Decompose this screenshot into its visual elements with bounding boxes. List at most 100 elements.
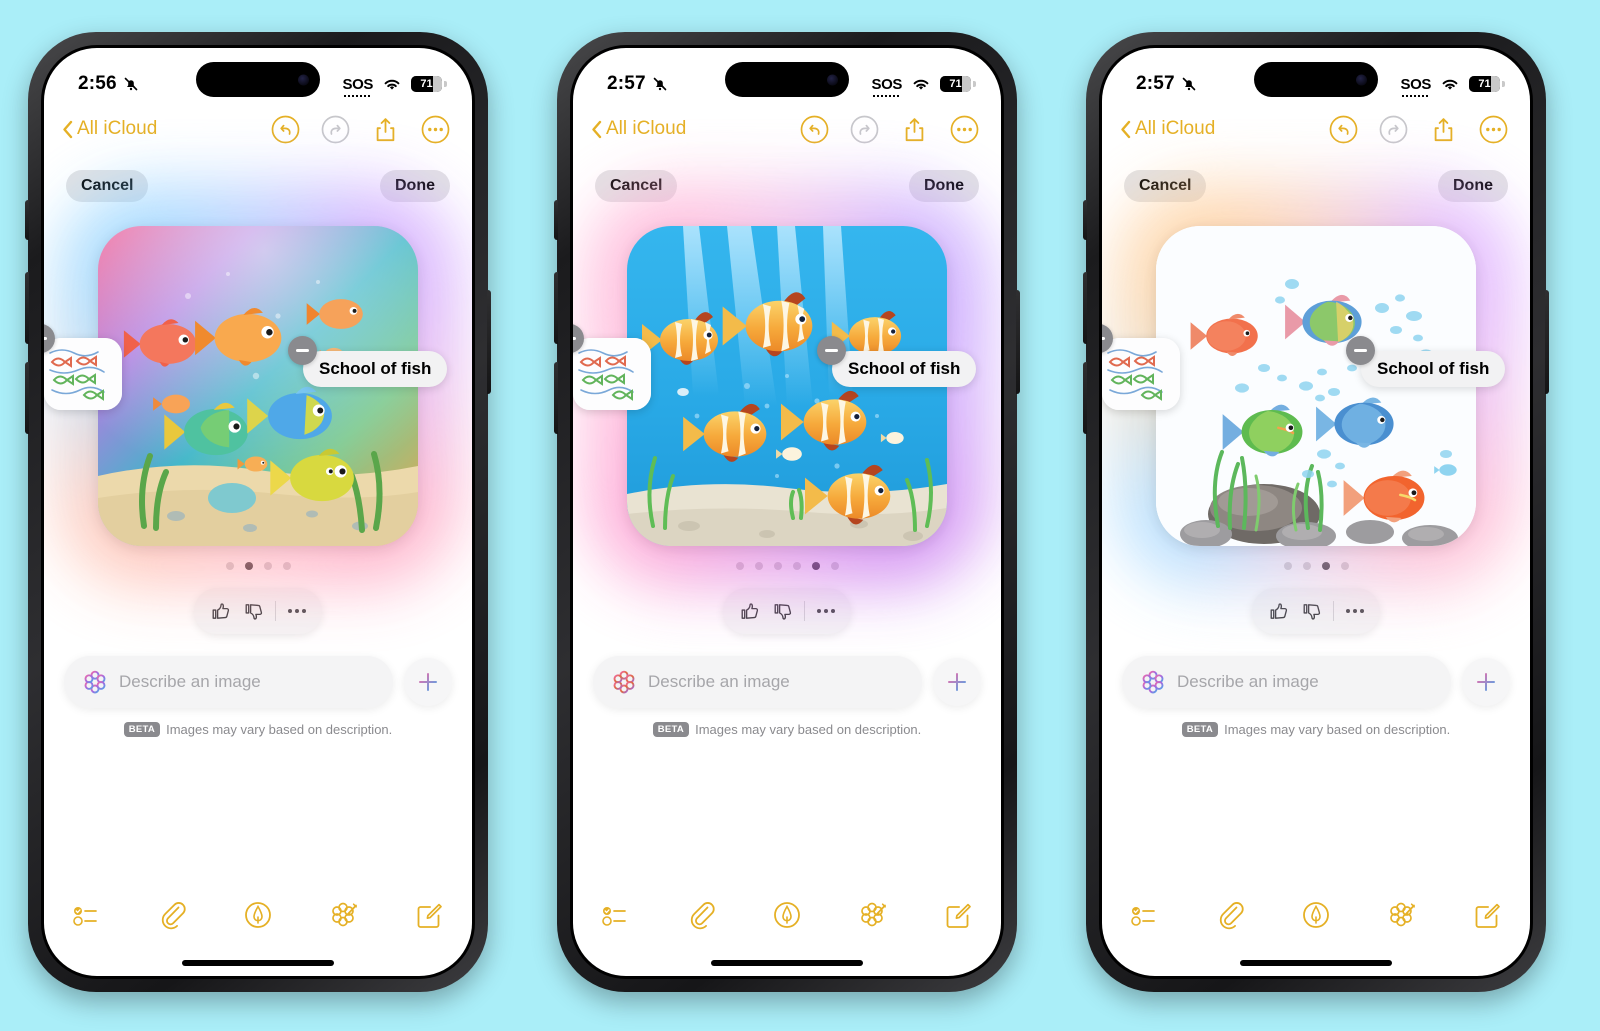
navigation-bar: All iCloud [573,106,1001,150]
compose-icon[interactable] [1472,900,1502,930]
power-button[interactable] [1016,290,1020,394]
describe-image-input[interactable]: Describe an image [593,656,922,708]
home-indicator[interactable] [1240,960,1392,966]
thumbs-up-icon[interactable] [738,600,761,623]
thumbs-down-icon[interactable] [1300,600,1323,623]
checklist-icon[interactable] [601,900,631,930]
concept-chip-text[interactable]: School of fish [832,351,977,387]
add-concept-button[interactable] [1462,658,1510,706]
more-circle-icon[interactable] [1479,115,1508,144]
feedback-more-button[interactable] [815,609,837,613]
back-label: All iCloud [1135,118,1216,139]
compose-icon[interactable] [414,900,444,930]
more-circle-icon[interactable] [421,115,450,144]
battery-level: 71 [1478,78,1491,90]
battery-indicator: 71 [940,76,976,92]
markup-pen-icon[interactable] [772,900,802,930]
volume-down-button[interactable] [1083,362,1087,434]
paperclip-icon[interactable] [1216,900,1246,930]
power-button[interactable] [487,290,491,394]
describe-image-placeholder: Describe an image [119,672,261,691]
undo-icon[interactable] [271,115,300,144]
thumbs-down-icon[interactable] [771,600,794,623]
redo-icon[interactable] [321,115,350,144]
feedback-more-button[interactable] [286,609,308,613]
compose-icon[interactable] [943,900,973,930]
dynamic-island [196,62,320,97]
action-button[interactable] [1083,200,1087,240]
sketch-thumbnail[interactable] [1102,338,1180,410]
feedback-more-button[interactable] [1344,609,1366,613]
image-playground-wand-icon[interactable] [858,900,888,930]
share-icon[interactable] [1429,115,1458,144]
status-indicators: SOS 71 [871,75,976,97]
concept-chip-text[interactable]: School of fish [1361,351,1506,387]
th umbs-up-icon[interactable] [1267,600,1290,623]
back-to-all-icloud[interactable]: All iCloud [1120,118,1215,140]
share-icon[interactable] [371,115,400,144]
front-camera [827,74,838,85]
action-button[interactable] [554,200,558,240]
volume-down-button[interactable] [554,362,558,434]
more-circle-icon[interactable] [950,115,979,144]
remove-text-chip-button[interactable] [1346,336,1375,365]
home-indicator[interactable] [182,960,334,966]
markup-pen-icon[interactable] [243,900,273,930]
battery-indicator: 71 [411,76,447,92]
describe-image-input[interactable]: Describe an image [64,656,393,708]
phone-2: 2:57 SOS 71 All iCloud Cancel Done Schoo… [554,32,1020,992]
thumbs-down-icon[interactable] [242,600,265,623]
describe-image-input[interactable]: Describe an image [1122,656,1451,708]
checklist-icon[interactable] [1130,900,1160,930]
sketch-thumbnail[interactable] [44,338,122,410]
image-playground-icon [1142,670,1164,694]
paperclip-icon[interactable] [158,900,188,930]
bell-slash-icon [1182,77,1196,91]
redo-icon[interactable] [850,115,879,144]
sos-indicator: SOS [342,75,373,97]
phone-bezel: 2:57 SOS 71 All iCloud Cancel Done Schoo… [570,45,1004,979]
battery-level: 71 [420,78,433,90]
sos-indicator: SOS [871,75,902,97]
thumbs-up-icon[interactable] [209,600,232,623]
concept-chip-text[interactable]: School of fish [303,351,448,387]
image-playground-sheet: Cancel Done School of fish Describe an i… [44,150,472,737]
checklist-icon[interactable] [72,900,102,930]
wifi-icon [913,79,929,90]
feedback-pill [1252,588,1380,634]
share-icon[interactable] [900,115,929,144]
home-indicator[interactable] [711,960,863,966]
image-playground-wand-icon[interactable] [1387,900,1417,930]
divider [803,601,805,621]
volume-up-button[interactable] [1083,272,1087,344]
image-playground-wand-icon[interactable] [329,900,359,930]
volume-up-button[interactable] [25,272,29,344]
beta-note: Images may vary based on description. [166,722,393,737]
back-to-all-icloud[interactable]: All iCloud [62,118,157,140]
paperclip-icon[interactable] [687,900,717,930]
phone-bezel: 2:57 SOS 71 All iCloud Cancel Done Schoo… [1099,45,1533,979]
redo-icon[interactable] [1379,115,1408,144]
prompt-row: Describe an image [1122,656,1510,708]
volume-up-button[interactable] [554,272,558,344]
volume-down-button[interactable] [25,362,29,434]
undo-icon[interactable] [1329,115,1358,144]
sketch-doodle-icon [44,338,122,410]
add-concept-button[interactable] [933,658,981,706]
action-button[interactable] [25,200,29,240]
sketch-thumbnail[interactable] [573,338,651,410]
remove-text-chip-button[interactable] [288,336,317,365]
back-to-all-icloud[interactable]: All iCloud [591,118,686,140]
markup-pen-icon[interactable] [1301,900,1331,930]
phone-bezel: 2:56 SOS 71 All iCloud Cancel Done Schoo… [41,45,475,979]
beta-badge: BETA [123,722,161,737]
power-button[interactable] [1545,290,1549,394]
remove-text-chip-button[interactable] [817,336,846,365]
add-concept-button[interactable] [404,658,452,706]
chevron-left-icon [63,120,73,138]
dynamic-island [725,62,849,97]
undo-icon[interactable] [800,115,829,144]
beta-disclaimer: BETA Images may vary based on descriptio… [44,722,472,737]
image-playground-sheet: Cancel Done School of fish Describe an i… [573,150,1001,737]
beta-badge: BETA [1181,722,1219,737]
